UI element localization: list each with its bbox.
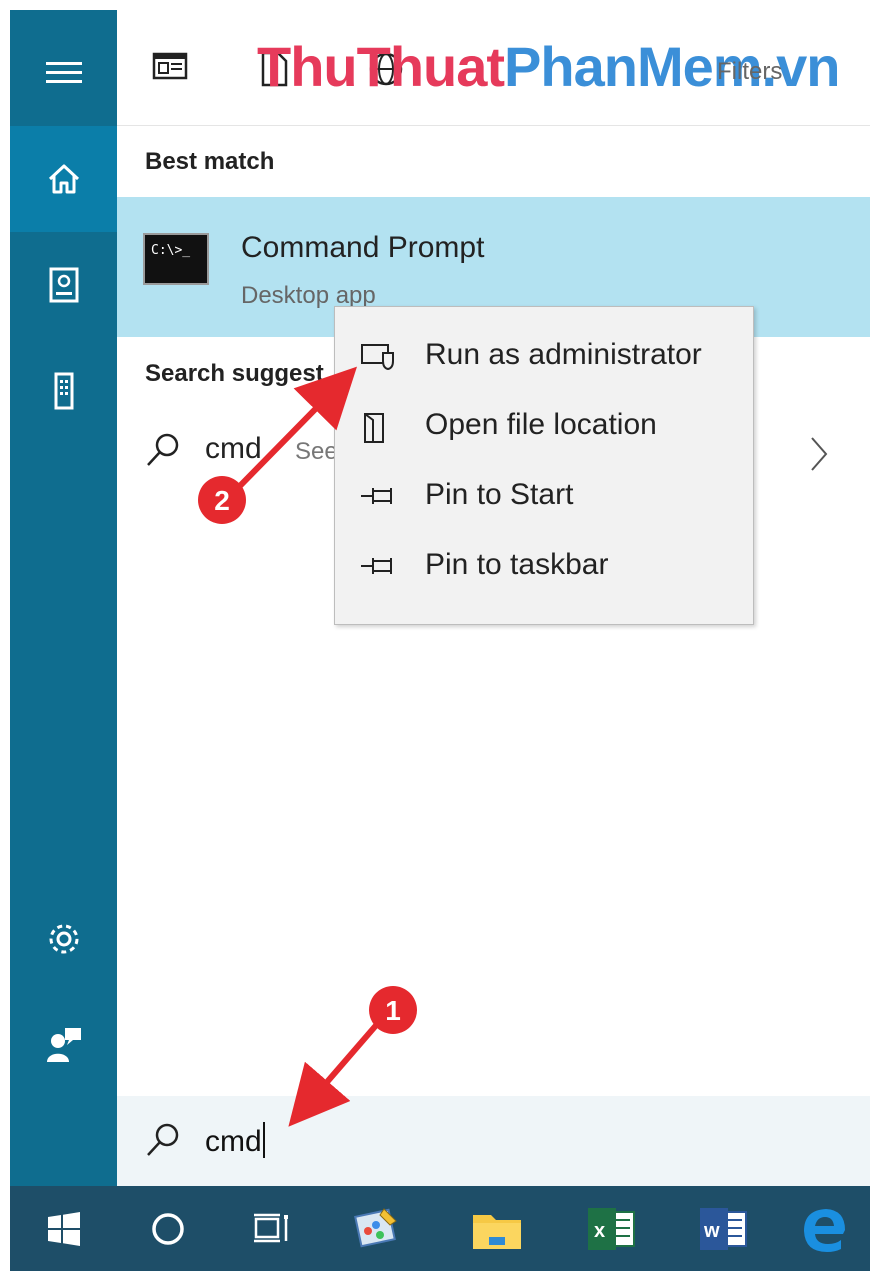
- search-box[interactable]: cmd: [117, 1096, 870, 1186]
- taskbar-app-edge[interactable]: [774, 1186, 870, 1271]
- filter-toolbar: ThuThuatPhanMem.vn Filters: [117, 10, 870, 126]
- taskbar-app-excel[interactable]: x: [561, 1186, 661, 1271]
- search-suggestions-heading: Search suggest: [145, 360, 324, 387]
- menu-item-open-file-location[interactable]: Open file location: [335, 391, 753, 461]
- svg-text:x: x: [594, 1220, 605, 1242]
- notebook-icon: [49, 267, 78, 303]
- pin-icon: [361, 488, 392, 504]
- gear-icon: [49, 924, 78, 954]
- taskbar: x w: [10, 1186, 870, 1271]
- folder-icon: [473, 1214, 521, 1249]
- home-button[interactable]: [10, 126, 117, 232]
- excel-icon: x: [588, 1207, 635, 1250]
- hamburger-menu-button[interactable]: [10, 20, 117, 126]
- apps-filter-button[interactable]: [151, 50, 189, 87]
- left-rail: [10, 10, 117, 1186]
- command-prompt-icon: C:\>_: [143, 233, 209, 285]
- best-match-heading: Best match: [145, 148, 275, 175]
- menu-item-pin-to-taskbar[interactable]: Pin to taskbar: [335, 531, 753, 601]
- search-icon: [147, 433, 179, 466]
- file-location-icon: [364, 413, 384, 443]
- filters-dropdown[interactable]: Filters: [717, 58, 782, 86]
- taskbar-app-file-explorer[interactable]: [447, 1186, 547, 1271]
- menu-item-label: Pin to taskbar: [425, 548, 609, 581]
- context-menu: Run as administrator Open file location …: [334, 306, 754, 625]
- search-icon: [147, 1123, 179, 1156]
- home-icon: [48, 164, 79, 194]
- start-button[interactable]: [14, 1186, 114, 1271]
- best-match-title: Command Prompt: [241, 231, 485, 264]
- devices-button[interactable]: [10, 338, 117, 444]
- cortana-button[interactable]: [118, 1186, 218, 1271]
- windows-logo-icon: [48, 1211, 80, 1246]
- svg-text:w: w: [703, 1220, 720, 1242]
- settings-button[interactable]: [10, 886, 117, 992]
- hamburger-icon: [45, 62, 82, 83]
- taskbar-app-word[interactable]: w: [673, 1186, 773, 1271]
- cortana-circle-icon: [152, 1212, 184, 1245]
- notebook-button[interactable]: [10, 232, 117, 338]
- pin-icon: [361, 558, 392, 574]
- suggestion-query: cmd: [205, 432, 262, 465]
- chevron-right-icon[interactable]: [807, 434, 831, 474]
- device-icon: [54, 372, 73, 410]
- taskbar-app-paint[interactable]: [326, 1186, 426, 1271]
- menu-item-label: Pin to Start: [425, 478, 574, 511]
- app-window-icon: [152, 52, 188, 80]
- filters-label: Filters: [717, 58, 783, 85]
- edge-browser-icon: [804, 1208, 845, 1252]
- word-icon: w: [700, 1207, 747, 1250]
- search-input[interactable]: cmd: [205, 1122, 265, 1159]
- feedback-icon: [46, 1028, 81, 1062]
- shield-admin-icon: [361, 344, 394, 371]
- menu-item-label: Run as administrator: [425, 338, 702, 371]
- start-search-panel: ThuThuatPhanMem.vn Filters Best match C:…: [10, 10, 870, 1271]
- feedback-button[interactable]: [10, 992, 117, 1098]
- task-view-button[interactable]: [222, 1186, 322, 1271]
- paint-app-icon: [354, 1207, 397, 1247]
- text-caret: [262, 1122, 265, 1158]
- task-view-icon: [254, 1213, 288, 1242]
- menu-item-run-as-administrator[interactable]: Run as administrator: [335, 321, 753, 391]
- menu-item-label: Open file location: [425, 408, 657, 441]
- menu-item-pin-to-start[interactable]: Pin to Start: [335, 461, 753, 531]
- suggestion-see-text: See: [295, 438, 338, 465]
